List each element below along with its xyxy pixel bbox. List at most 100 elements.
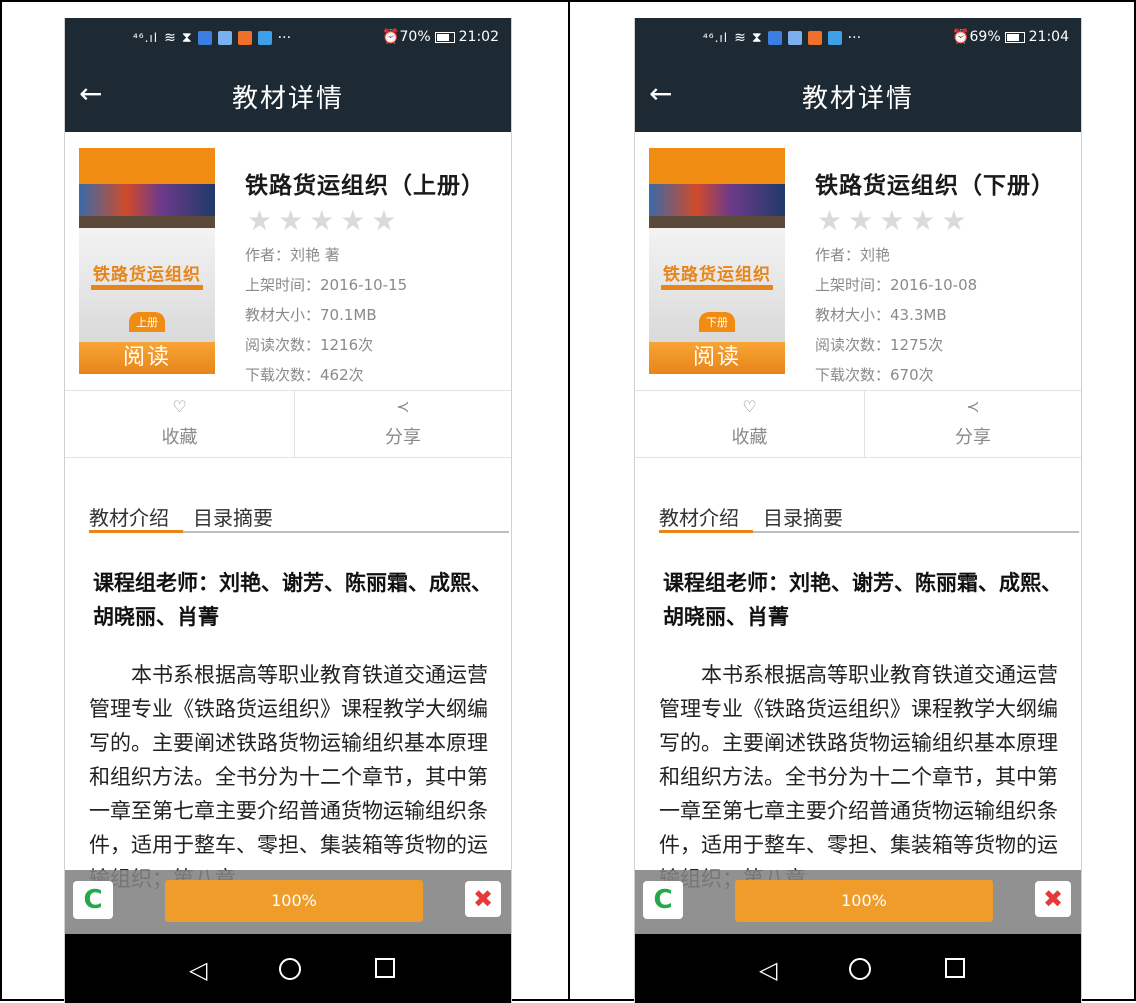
right-screenshot-frame: ⁴⁶.ıl ≋ ⧗ ··· ⏰69%21:04 ← 教材详情 铁路货运组织 下 xyxy=(568,0,1136,1003)
app-bar: ← 教材详情 xyxy=(65,58,511,132)
hourglass-icon: ⧗ xyxy=(181,30,192,46)
cover-photo xyxy=(79,184,215,228)
battery-percent: 70% xyxy=(399,29,431,45)
intro-text: 本书系根据高等职业教育铁道交通运营管理专业《铁路货运组织》课程教学大纲编写的。主… xyxy=(89,663,488,891)
status-right: ⏰69% 21:04 xyxy=(952,29,1069,45)
heart-icon: ♡ xyxy=(172,397,187,416)
more-notifications-icon: ··· xyxy=(847,30,862,46)
share-icon: ≺ xyxy=(966,397,980,416)
app-notification-icon xyxy=(237,31,252,45)
refresh-icon[interactable]: C xyxy=(643,881,683,919)
clock-time: 21:04 xyxy=(1028,29,1069,45)
status-right: ⏰70% 21:02 xyxy=(382,29,499,45)
teachers-heading: 课程组老师：刘艳、谢芳、陈丽霜、成熙、胡晓丽、肖菁 xyxy=(663,571,1062,629)
nav-back-icon[interactable]: ◁ xyxy=(189,958,207,982)
book-size: 教材大小：70.1MB xyxy=(245,306,377,324)
tab-active-indicator xyxy=(89,530,183,533)
cover-title: 铁路货运组织 xyxy=(93,265,201,285)
book-read-count: 阅读次数：1216次 xyxy=(245,336,374,354)
download-progress: 100% xyxy=(735,880,993,922)
action-bar: ♡ 收藏 ≺ 分享 xyxy=(635,390,1081,458)
content-tabs: 教材介绍 目录摘要 xyxy=(659,502,1059,532)
phone-screen: ⁴⁶.ıl ≋ ⧗ ··· ⏰69%21:04 ← 教材详情 铁路货运组织 下 xyxy=(634,18,1082,1003)
favorite-button[interactable]: ♡ 收藏 xyxy=(65,391,295,457)
app-notification-icon xyxy=(807,31,822,45)
page-title: 教材详情 xyxy=(231,84,344,114)
status-icons: ⁴⁶.ıl ≋ ⧗ ··· xyxy=(133,30,291,46)
wifi-icon: ≋ xyxy=(164,30,176,46)
app-bar: ← 教材详情 xyxy=(635,58,1081,132)
tab-intro[interactable]: 教材介绍 xyxy=(659,502,739,531)
nav-back-icon[interactable]: ◁ xyxy=(759,958,777,982)
intro-text: 本书系根据高等职业教育铁道交通运营管理专业《铁路货运组织》课程教学大纲编写的。主… xyxy=(659,663,1058,891)
cover-volume-badge: 上册 xyxy=(129,312,165,332)
book-author: 作者：刘艳 xyxy=(815,246,891,264)
qq-icon xyxy=(217,31,232,45)
download-bar: C 100% ✖ xyxy=(65,870,511,934)
share-label: 分享 xyxy=(955,427,991,448)
app-notification-icon xyxy=(767,31,782,45)
status-bar: ⁴⁶.ıl ≋ ⧗ ··· ⏰70% 21:02 xyxy=(65,18,511,58)
favorite-label: 收藏 xyxy=(731,427,768,448)
battery-percent: 69% xyxy=(969,29,1001,45)
rating-stars[interactable]: ★★★★★ xyxy=(247,204,403,237)
battery-icon xyxy=(1004,31,1025,43)
left-screenshot-frame: ⁴⁶.ıl ≋ ⧗ ··· ⏰70%21:02 ← 教材详情 铁路货运组织 上 xyxy=(0,0,570,1003)
close-icon[interactable]: ✖ xyxy=(465,881,501,917)
download-bar: C 100% ✖ xyxy=(635,870,1081,934)
alarm-icon: ⏰ xyxy=(382,29,400,45)
status-bar: ⁴⁶.ıl ≋ ⧗ ··· ⏰69% 21:04 xyxy=(635,18,1081,58)
wifi-icon: ≋ xyxy=(734,30,746,46)
book-cover[interactable]: 铁路货运组织 下册 xyxy=(649,148,785,344)
favorite-label: 收藏 xyxy=(161,427,198,448)
book-shelf-date: 上架时间：2016-10-15 xyxy=(245,276,408,294)
status-icons: ⁴⁶.ıl ≋ ⧗ ··· xyxy=(703,30,861,46)
system-nav-bar: ◁ xyxy=(65,934,511,1003)
tab-intro[interactable]: 教材介绍 xyxy=(89,502,169,531)
cover-photo xyxy=(649,184,785,228)
read-button[interactable]: 阅读 xyxy=(649,342,785,374)
nav-recents-icon[interactable] xyxy=(375,958,395,982)
battery-icon xyxy=(434,31,455,43)
nav-home-icon[interactable] xyxy=(279,958,301,984)
download-progress: 100% xyxy=(165,880,423,922)
signal-icon: ⁴⁶.ıl xyxy=(133,31,159,45)
content-tabs: 教材介绍 目录摘要 xyxy=(89,502,489,532)
tab-active-indicator xyxy=(659,530,753,533)
page-title: 教材详情 xyxy=(801,84,914,114)
cover-volume-badge: 下册 xyxy=(699,312,735,332)
app-notification-icon xyxy=(827,31,842,45)
cover-band xyxy=(79,148,215,184)
heart-icon: ♡ xyxy=(742,397,757,416)
book-cover[interactable]: 铁路货运组织 上册 xyxy=(79,148,215,344)
cover-band xyxy=(649,148,785,184)
book-download-count: 下载次数：462次 xyxy=(245,366,364,384)
cover-rule xyxy=(661,285,773,290)
signal-icon: ⁴⁶.ıl xyxy=(703,31,729,45)
read-button[interactable]: 阅读 xyxy=(79,342,215,374)
share-label: 分享 xyxy=(385,427,421,448)
share-button[interactable]: ≺ 分享 xyxy=(295,391,511,457)
nav-home-icon[interactable] xyxy=(849,958,871,984)
rating-stars[interactable]: ★★★★★ xyxy=(817,204,973,237)
share-button[interactable]: ≺ 分享 xyxy=(865,391,1081,457)
refresh-icon[interactable]: C xyxy=(73,881,113,919)
cover-title: 铁路货运组织 xyxy=(663,265,771,285)
tab-toc[interactable]: 目录摘要 xyxy=(763,502,843,531)
book-title: 铁路货运组织（下册） xyxy=(815,173,1055,199)
book-shelf-date: 上架时间：2016-10-08 xyxy=(815,276,978,294)
nav-recents-icon[interactable] xyxy=(945,958,965,982)
book-read-count: 阅读次数：1275次 xyxy=(815,336,944,354)
book-title: 铁路货运组织（上册） xyxy=(245,173,485,199)
close-icon[interactable]: ✖ xyxy=(1035,881,1071,917)
clock-time: 21:02 xyxy=(458,29,499,45)
qq-icon xyxy=(787,31,802,45)
system-nav-bar: ◁ xyxy=(635,934,1081,1003)
share-icon: ≺ xyxy=(396,397,410,416)
book-download-count: 下载次数：670次 xyxy=(815,366,934,384)
favorite-button[interactable]: ♡ 收藏 xyxy=(635,391,865,457)
more-notifications-icon: ··· xyxy=(277,30,292,46)
tab-toc[interactable]: 目录摘要 xyxy=(193,502,273,531)
action-bar: ♡ 收藏 ≺ 分享 xyxy=(65,390,511,458)
hourglass-icon: ⧗ xyxy=(751,30,762,46)
